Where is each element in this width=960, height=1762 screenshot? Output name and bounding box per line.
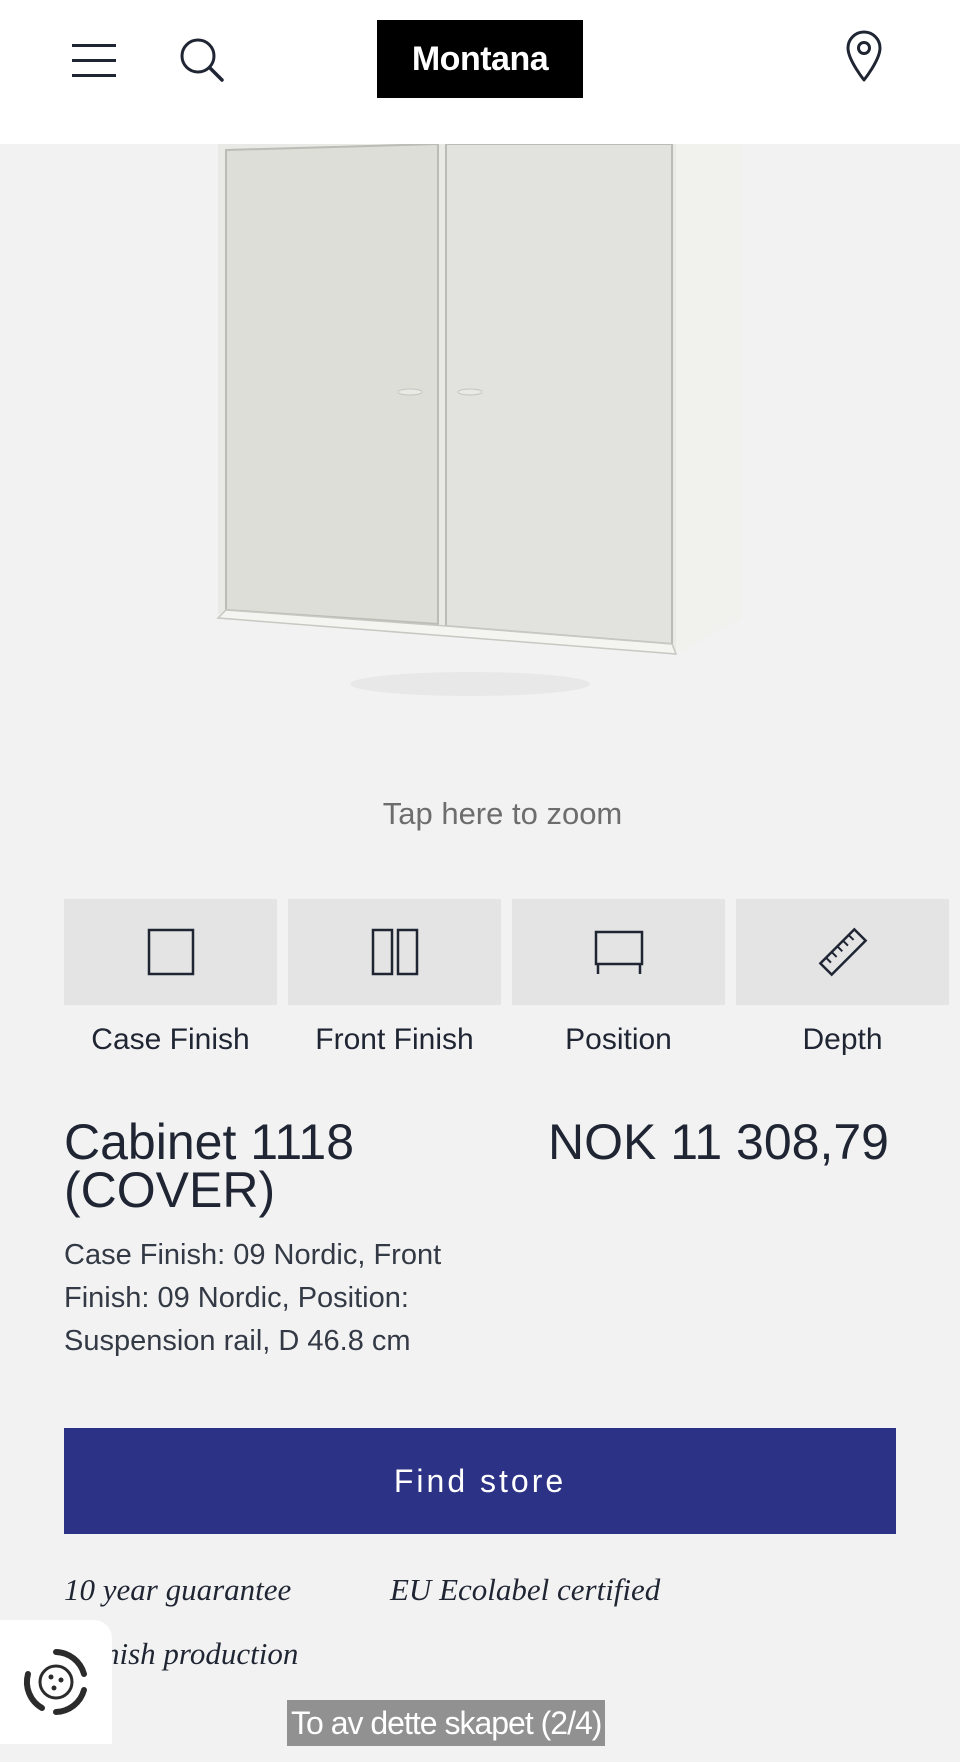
feature-production: nish production: [104, 1636, 299, 1671]
square-outline-icon: [147, 928, 194, 976]
product-title: Cabinet 1118 (COVER): [64, 1114, 355, 1218]
case-finish-tile[interactable]: [64, 899, 277, 1005]
option-label: Depth: [802, 1023, 883, 1056]
product-image[interactable]: [0, 142, 960, 764]
search-icon[interactable]: [178, 36, 228, 86]
option-label: Case Finish: [91, 1023, 250, 1056]
option-front-finish[interactable]: Front Finish: [288, 899, 501, 1057]
video-caption: To av dette skapet (2/4): [287, 1700, 606, 1746]
product-configuration-summary: Case Finish: 09 Nordic, Front Finish: 09…: [64, 1239, 442, 1357]
cabinet-illustration: [216, 142, 742, 696]
feature-ecolabel: EU Ecolabel certified: [390, 1572, 661, 1607]
map-pin-icon[interactable]: [844, 30, 884, 84]
front-finish-tile[interactable]: [288, 899, 501, 1005]
montana-logo[interactable]: Montana: [377, 20, 583, 98]
cookie-settings-button[interactable]: [0, 1620, 112, 1744]
cookie-settings-icon: [23, 1649, 87, 1715]
double-panel-icon: [371, 928, 418, 976]
option-label: Front Finish: [315, 1023, 474, 1056]
option-case-finish[interactable]: Case Finish: [64, 899, 277, 1057]
ruler-icon: [818, 927, 867, 977]
configuration-options: Case Finish Front Finish Position Depth: [64, 899, 950, 1059]
find-store-button[interactable]: Find store: [64, 1428, 896, 1534]
option-depth[interactable]: Depth: [736, 899, 949, 1057]
suspension-rail-icon: [594, 930, 643, 974]
hamburger-menu-icon[interactable]: [72, 40, 118, 82]
zoom-hint[interactable]: Tap here to zoom: [0, 796, 960, 832]
depth-tile[interactable]: [736, 899, 949, 1005]
product-price: NOK 11 308,79: [548, 1114, 889, 1170]
option-position[interactable]: Position: [512, 899, 725, 1057]
top-header: Montana: [0, 0, 960, 144]
feature-guarantee: 10 year guarantee: [64, 1572, 292, 1607]
position-tile[interactable]: [512, 899, 725, 1005]
option-label: Position: [565, 1023, 672, 1056]
